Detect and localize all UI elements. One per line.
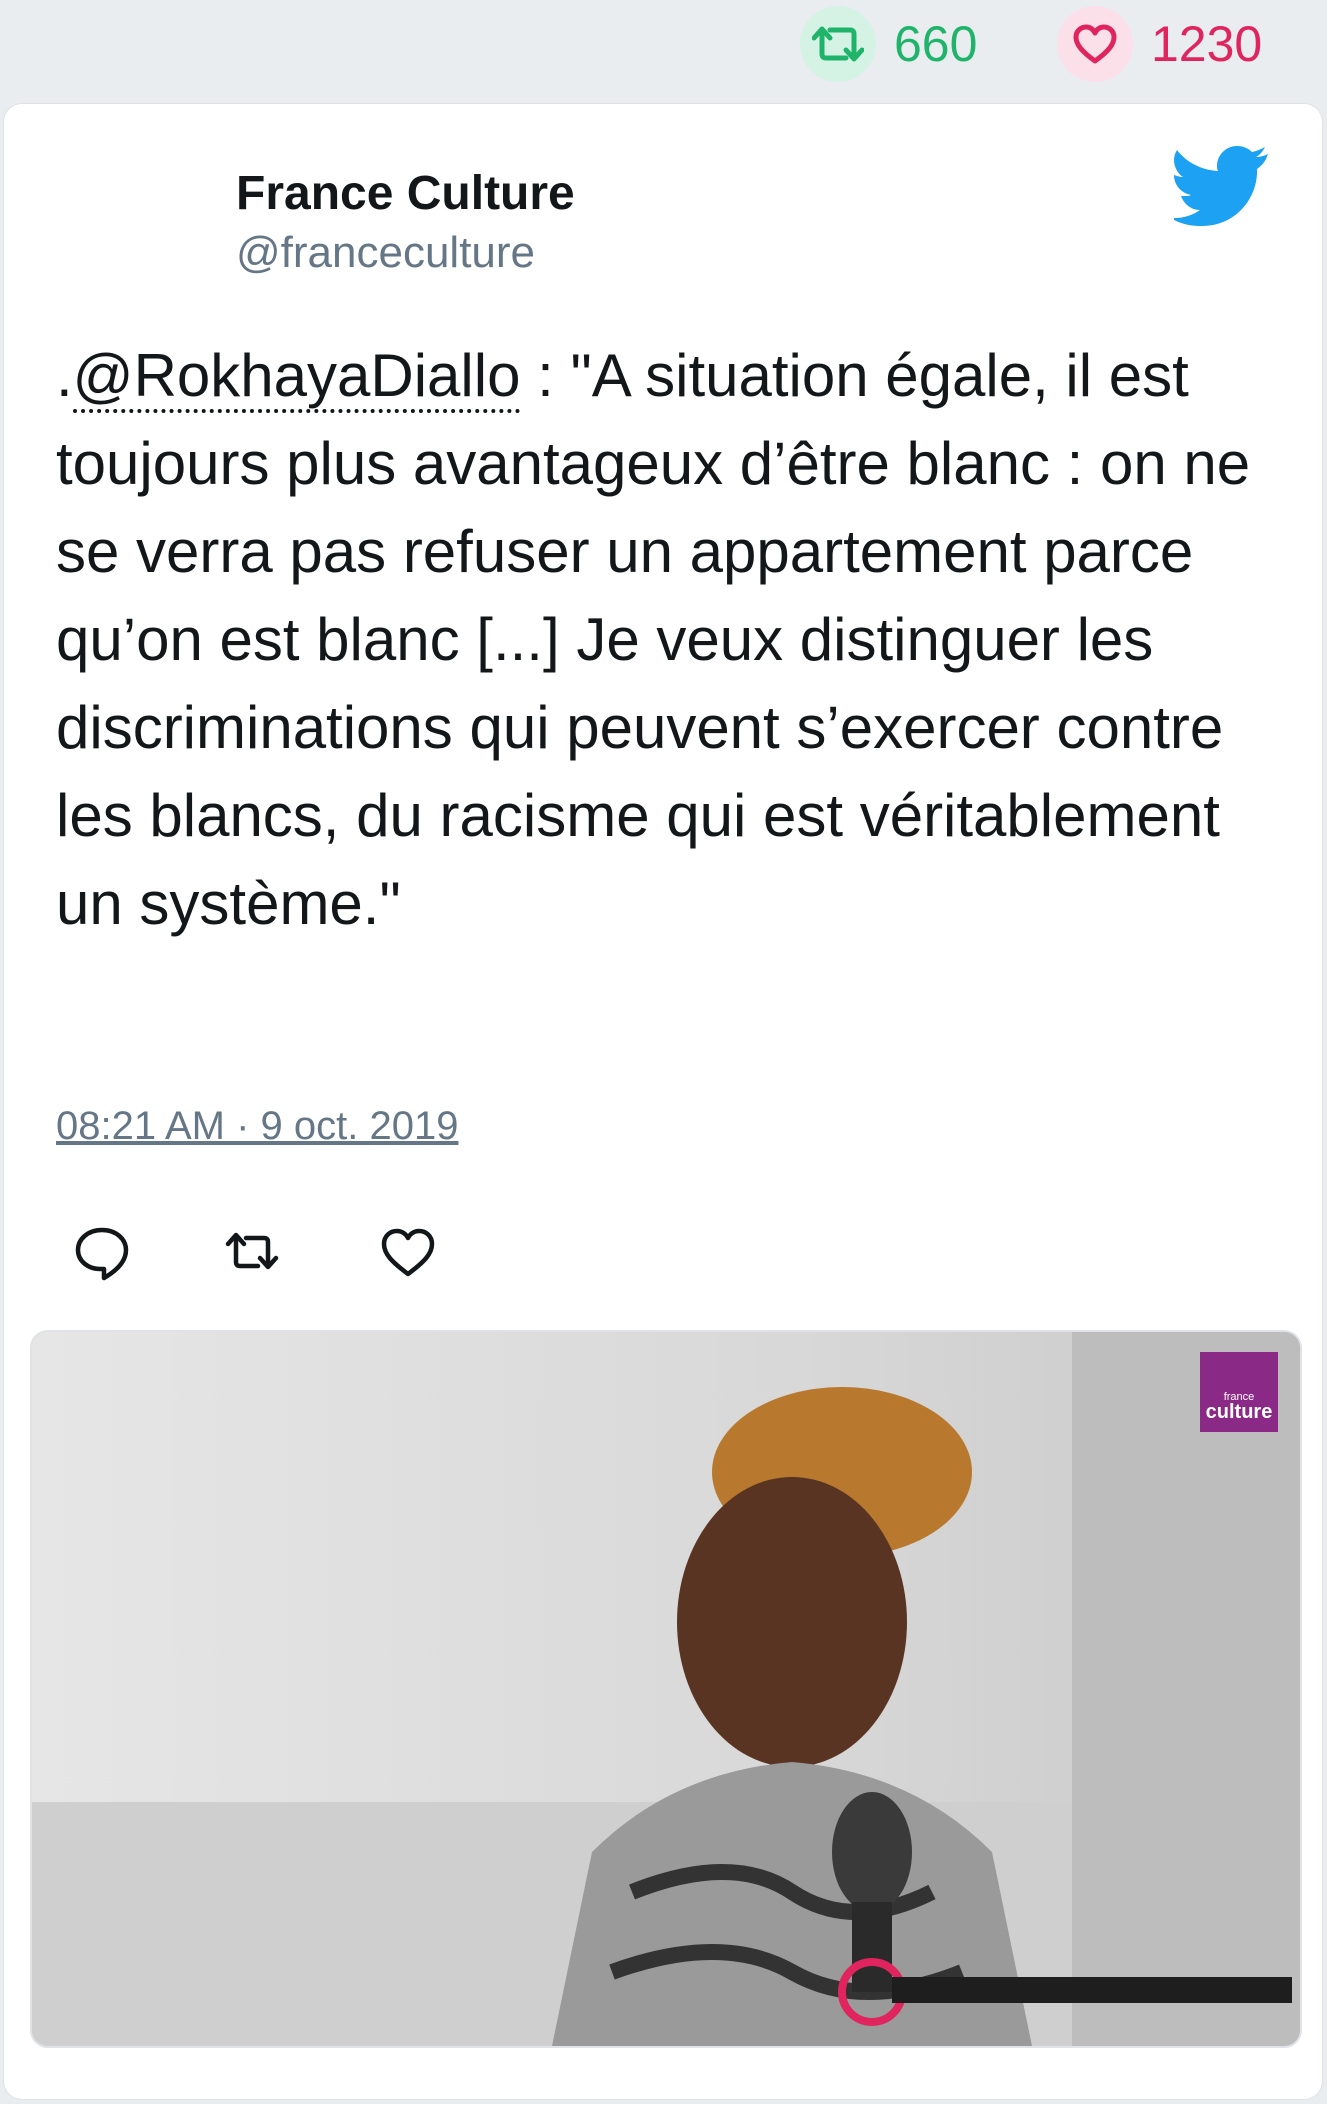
- retweet-stat[interactable]: 660: [800, 6, 977, 82]
- like-count: 1230: [1151, 16, 1263, 72]
- like-stat[interactable]: 1230: [1057, 6, 1262, 82]
- heart-icon[interactable]: [378, 1222, 438, 1282]
- author-name[interactable]: France Culture: [236, 166, 575, 221]
- tweet-media[interactable]: france culture: [30, 1330, 1302, 2048]
- mention-link[interactable]: @RokhayaDiallo: [72, 342, 521, 413]
- channel-logo-main: culture: [1205, 1401, 1273, 1423]
- engagement-stats: 660 1230: [0, 0, 1327, 96]
- retweet-count: 660: [894, 16, 978, 72]
- reply-icon[interactable]: [72, 1222, 132, 1282]
- retweet-icon[interactable]: [222, 1222, 282, 1282]
- author-handle[interactable]: @franceculture: [236, 228, 535, 278]
- channel-logo: france culture: [1200, 1352, 1278, 1432]
- text-prefix: .: [56, 342, 73, 409]
- tweet-body: : "A situation égale, il est toujours pl…: [56, 342, 1251, 937]
- retweet-icon: [800, 6, 876, 82]
- tweet-card: France Culture @franceculture .@RokhayaD…: [4, 104, 1322, 2099]
- twitter-bird-icon[interactable]: [1174, 144, 1270, 226]
- heart-icon: [1057, 6, 1133, 82]
- tweet-text: .@RokhayaDiallo : "A situation égale, il…: [56, 332, 1286, 948]
- tweet-timestamp[interactable]: 08:21 AM · 9 oct. 2019: [56, 1104, 458, 1149]
- media-photo: [32, 1332, 1300, 2046]
